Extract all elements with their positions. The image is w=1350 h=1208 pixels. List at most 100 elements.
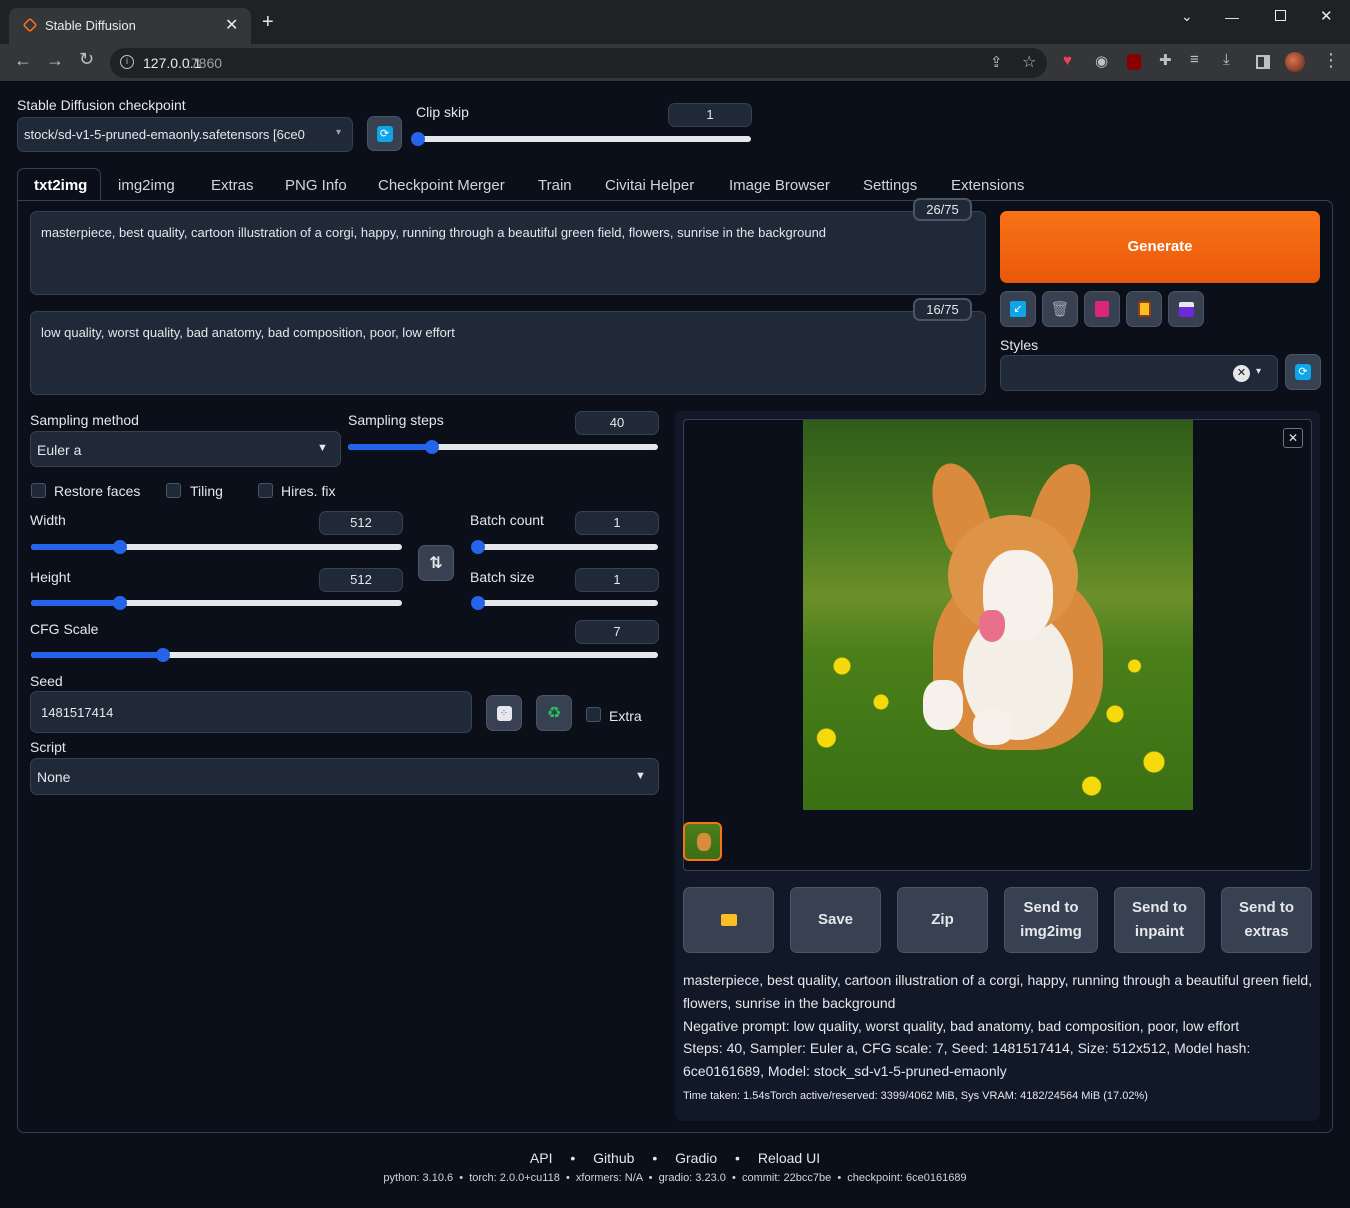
apply-style-button[interactable] bbox=[1126, 291, 1162, 327]
trash-icon: 🗑 bbox=[1050, 301, 1070, 318]
tiling-checkbox[interactable] bbox=[166, 483, 181, 498]
height-slider[interactable] bbox=[31, 596, 402, 610]
random-seed-button[interactable]: ⁘ bbox=[486, 695, 522, 731]
slider-knob[interactable] bbox=[424, 440, 439, 454]
open-folder-button[interactable] bbox=[683, 887, 774, 953]
send-to-inpaint-button[interactable]: Send to inpaint bbox=[1114, 887, 1205, 953]
swap-arrows-icon: ⇅ bbox=[429, 555, 443, 572]
ublock-icon[interactable] bbox=[1127, 54, 1141, 70]
tab-image-browser[interactable]: Image Browser bbox=[729, 177, 830, 194]
send-to-img2img-button[interactable]: Send to img2img bbox=[1004, 887, 1098, 953]
forward-icon[interactable]: → bbox=[46, 50, 64, 71]
tab-img2img[interactable]: img2img bbox=[118, 177, 175, 194]
profile-avatar[interactable] bbox=[1285, 52, 1305, 72]
slider-fill bbox=[348, 444, 432, 450]
bookmark-star-icon[interactable]: ☆ bbox=[1022, 52, 1036, 72]
slider-knob[interactable] bbox=[113, 596, 128, 610]
close-window-icon[interactable]: ✕ bbox=[1320, 7, 1333, 25]
cfg-scale-input[interactable]: 7 bbox=[575, 620, 659, 644]
sampling-method-dropdown[interactable]: Euler a ▼ bbox=[30, 431, 341, 467]
close-tab-icon[interactable]: ✕ bbox=[225, 15, 238, 35]
footer-links: API • Github • Gradio • Reload UI bbox=[0, 1150, 1350, 1166]
batch-size-slider[interactable] bbox=[471, 596, 658, 610]
site-info-icon[interactable]: i bbox=[120, 55, 134, 69]
reload-icon[interactable]: ↻ bbox=[79, 49, 94, 70]
tab-extras[interactable]: Extras bbox=[211, 177, 254, 194]
width-slider[interactable] bbox=[31, 540, 402, 554]
pocket-icon[interactable]: ♥ bbox=[1063, 52, 1072, 69]
tab-civitai-helper[interactable]: Civitai Helper bbox=[605, 177, 694, 194]
sampling-steps-slider[interactable] bbox=[348, 440, 658, 454]
read-params-button[interactable]: ↙ bbox=[1000, 291, 1036, 327]
clip-skip-slider[interactable] bbox=[411, 132, 751, 146]
styles-dropdown[interactable]: ✕ ▾ bbox=[1000, 355, 1278, 391]
restore-faces-checkbox[interactable] bbox=[31, 483, 46, 498]
extra-seed-checkbox[interactable] bbox=[586, 707, 601, 722]
seed-input[interactable]: 1481517414 bbox=[30, 691, 472, 733]
checkpoint-dropdown[interactable]: stock/sd-v1-5-pruned-emaonly.safetensors… bbox=[17, 117, 353, 152]
corgi-paw bbox=[973, 710, 1013, 745]
reload-ui-link[interactable]: Reload UI bbox=[758, 1150, 820, 1166]
zip-button[interactable]: Zip bbox=[897, 887, 988, 953]
close-image-icon[interactable]: ✕ bbox=[1283, 428, 1303, 448]
tab-train[interactable]: Train bbox=[538, 177, 572, 194]
send-to-extras-button[interactable]: Send to extras bbox=[1221, 887, 1312, 953]
refresh-styles-button[interactable]: ⟳ bbox=[1285, 354, 1321, 390]
back-icon[interactable]: ← bbox=[14, 50, 32, 71]
media-queue-icon[interactable]: ≡ bbox=[1190, 51, 1199, 68]
tab-txt2img[interactable]: txt2img bbox=[34, 177, 87, 194]
tab-checkpoint-merger[interactable]: Checkpoint Merger bbox=[378, 177, 505, 194]
refresh-checkpoint-button[interactable]: ⟳ bbox=[367, 116, 402, 151]
maximize-icon[interactable] bbox=[1275, 10, 1286, 21]
batch-size-input[interactable]: 1 bbox=[575, 568, 659, 592]
seed-label: Seed bbox=[30, 673, 63, 689]
browser-tab[interactable]: Stable Diffusion ✕ bbox=[9, 8, 251, 44]
extra-networks-button[interactable] bbox=[1084, 291, 1120, 327]
swap-dimensions-button[interactable]: ⇅ bbox=[418, 545, 454, 581]
batch-count-slider[interactable] bbox=[471, 540, 658, 554]
slider-knob[interactable] bbox=[113, 540, 128, 554]
github-link[interactable]: Github bbox=[593, 1150, 634, 1166]
clip-skip-input[interactable]: 1 bbox=[668, 103, 752, 127]
slider-knob[interactable] bbox=[471, 596, 485, 610]
slider-knob[interactable] bbox=[471, 540, 485, 554]
new-tab-icon[interactable]: + bbox=[262, 12, 274, 32]
extension-globe-icon[interactable]: ◉ bbox=[1095, 52, 1108, 70]
hires-fix-checkbox[interactable] bbox=[258, 483, 273, 498]
prompt-textarea[interactable]: masterpiece, best quality, cartoon illus… bbox=[30, 211, 986, 295]
tab-png-info[interactable]: PNG Info bbox=[285, 177, 347, 194]
minimize-icon[interactable]: — bbox=[1225, 9, 1239, 25]
side-panel-icon[interactable] bbox=[1256, 55, 1270, 69]
tab-extensions[interactable]: Extensions bbox=[951, 177, 1024, 194]
script-dropdown[interactable]: None ▼ bbox=[30, 758, 659, 795]
cfg-scale-slider[interactable] bbox=[31, 648, 658, 662]
gallery-thumbnail[interactable] bbox=[683, 822, 722, 861]
height-input[interactable]: 512 bbox=[319, 568, 403, 592]
browser-menu-icon[interactable]: ⋮ bbox=[1322, 50, 1340, 71]
address-bar[interactable]: i 127.0.0.1 :7860 ⇪ ☆ bbox=[110, 48, 1047, 78]
api-link[interactable]: API bbox=[530, 1150, 553, 1166]
clear-styles-icon[interactable]: ✕ bbox=[1233, 365, 1250, 382]
save-style-button[interactable] bbox=[1168, 291, 1204, 327]
save-button[interactable]: Save bbox=[790, 887, 881, 953]
tab-search-icon[interactable]: ⌄ bbox=[1181, 8, 1193, 25]
width-input[interactable]: 512 bbox=[319, 511, 403, 535]
clear-prompt-button[interactable]: 🗑 bbox=[1042, 291, 1078, 327]
generate-button[interactable]: Generate bbox=[1000, 211, 1320, 283]
share-icon[interactable]: ⇪ bbox=[990, 53, 1003, 71]
gradio-link[interactable]: Gradio bbox=[675, 1150, 717, 1166]
generated-image[interactable] bbox=[803, 420, 1193, 810]
reuse-seed-button[interactable]: ♻ bbox=[536, 695, 572, 731]
batch-count-input[interactable]: 1 bbox=[575, 511, 659, 535]
download-icon[interactable]: ⤓ bbox=[1223, 51, 1230, 68]
batch-count-label: Batch count bbox=[470, 512, 544, 528]
negative-prompt-textarea[interactable]: low quality, worst quality, bad anatomy,… bbox=[30, 311, 986, 395]
extensions-puzzle-icon[interactable]: ✚ bbox=[1159, 51, 1172, 69]
sampling-steps-input[interactable]: 40 bbox=[575, 411, 659, 435]
browser-tab-strip: Stable Diffusion ✕ + ⌄ — ✕ bbox=[0, 0, 1350, 44]
cfg-scale-label: CFG Scale bbox=[30, 621, 99, 637]
sampling-method-label: Sampling method bbox=[30, 412, 139, 428]
tab-settings[interactable]: Settings bbox=[863, 177, 917, 194]
slider-knob[interactable] bbox=[155, 648, 170, 662]
slider-knob[interactable] bbox=[411, 132, 425, 146]
